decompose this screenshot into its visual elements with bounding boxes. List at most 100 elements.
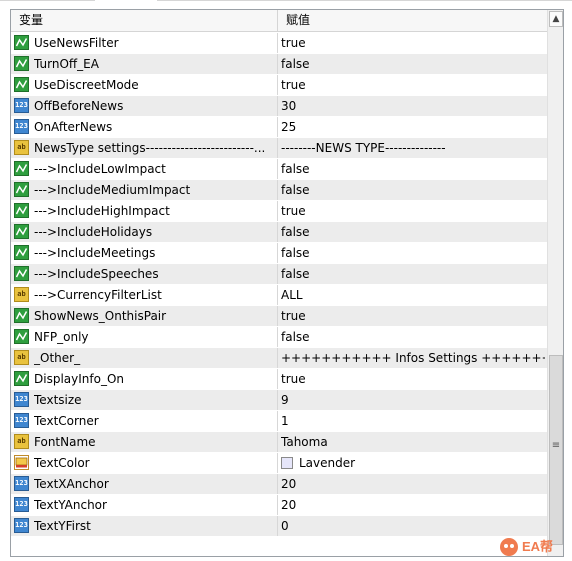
- parameter-value[interactable]: +++++++++++ Infos Settings +++++++++++: [281, 348, 545, 368]
- parameter-name-cell[interactable]: ab _Other_: [11, 348, 278, 368]
- parameter-row[interactable]: ab NewsType settings---------------------…: [11, 138, 547, 159]
- icon-badge-text: ab: [17, 353, 26, 361]
- parameter-row[interactable]: --->IncludeHolidays false: [11, 222, 547, 243]
- icon-badge-text: 123: [15, 416, 28, 424]
- parameter-name: OnAfterNews: [34, 120, 113, 134]
- parameter-name-cell[interactable]: ab NewsType settings---------------------…: [11, 138, 278, 158]
- parameter-name-cell[interactable]: --->IncludeLowImpact: [11, 159, 278, 179]
- parameter-value[interactable]: 0: [281, 516, 545, 536]
- parameter-name-cell[interactable]: 123 OnAfterNews: [11, 117, 278, 137]
- parameter-row[interactable]: NFP_only false: [11, 327, 547, 348]
- parameter-row[interactable]: TextColor Lavender: [11, 453, 547, 474]
- parameter-name-cell[interactable]: DisplayInfo_On: [11, 369, 278, 389]
- column-header-variable[interactable]: 变量: [11, 10, 278, 31]
- parameter-row[interactable]: 123 TextCorner 1: [11, 411, 547, 432]
- parameter-value[interactable]: true: [281, 306, 545, 326]
- parameter-row[interactable]: 123 TextYFirst 0: [11, 516, 547, 537]
- parameter-name: TextCorner: [34, 414, 99, 428]
- parameter-value[interactable]: true: [281, 33, 545, 53]
- watermark-logo-icon: [500, 538, 518, 556]
- color-icon: [14, 455, 29, 470]
- bool-icon: [14, 203, 29, 218]
- parameter-row[interactable]: ShowNews_OnthisPair true: [11, 306, 547, 327]
- parameter-row[interactable]: ab FontName Tahoma: [11, 432, 547, 453]
- parameter-row[interactable]: 123 OnAfterNews 25: [11, 117, 547, 138]
- parameter-row[interactable]: --->IncludeLowImpact false: [11, 159, 547, 180]
- parameter-name: FontName: [34, 435, 96, 449]
- parameter-value[interactable]: false: [281, 159, 545, 179]
- color-swatch[interactable]: [281, 457, 293, 469]
- parameter-value[interactable]: 30: [281, 96, 545, 116]
- parameter-name: TextYFirst: [34, 519, 91, 533]
- parameter-name-cell[interactable]: TurnOff_EA: [11, 54, 278, 74]
- parameter-row[interactable]: UseNewsFilter true: [11, 33, 547, 54]
- bool-icon: [14, 224, 29, 239]
- parameter-name-cell[interactable]: 123 TextYFirst: [11, 516, 278, 536]
- grid-header: 变量 赋值: [11, 10, 547, 32]
- parameter-name-cell[interactable]: --->IncludeHolidays: [11, 222, 278, 242]
- parameter-name: --->IncludeMeetings: [34, 246, 156, 260]
- parameter-value[interactable]: false: [281, 54, 545, 74]
- parameter-name-cell[interactable]: --->IncludeMeetings: [11, 243, 278, 263]
- parameter-name-cell[interactable]: --->IncludeMediumImpact: [11, 180, 278, 200]
- parameter-name-cell[interactable]: UseDiscreetMode: [11, 75, 278, 95]
- scrollbar-grip-icon: ≡: [551, 440, 561, 451]
- parameter-value[interactable]: true: [281, 75, 545, 95]
- parameter-name: _Other_: [34, 351, 81, 365]
- parameter-row[interactable]: --->IncludeHighImpact true: [11, 201, 547, 222]
- parameter-value[interactable]: 20: [281, 474, 545, 494]
- parameter-name-cell[interactable]: ab --->CurrencyFilterList: [11, 285, 278, 305]
- parameter-value[interactable]: false: [281, 222, 545, 242]
- parameter-name-cell[interactable]: 123 Textsize: [11, 390, 278, 410]
- parameter-value[interactable]: true: [281, 369, 545, 389]
- parameter-value[interactable]: 9: [281, 390, 545, 410]
- parameter-value[interactable]: true: [281, 201, 545, 221]
- icon-badge-text: 123: [15, 395, 28, 403]
- column-header-value[interactable]: 赋值: [278, 10, 547, 31]
- parameter-row[interactable]: ab --->CurrencyFilterList ALL: [11, 285, 547, 306]
- parameter-value[interactable]: 1: [281, 411, 545, 431]
- parameter-value[interactable]: Lavender: [299, 453, 545, 473]
- parameter-name-cell[interactable]: TextColor: [11, 453, 278, 473]
- parameter-value[interactable]: false: [281, 327, 545, 347]
- scrollbar-thumb[interactable]: ≡: [549, 355, 563, 545]
- parameter-row[interactable]: --->IncludeSpeeches false: [11, 264, 547, 285]
- parameter-row[interactable]: 123 TextXAnchor 20: [11, 474, 547, 495]
- parameter-name-cell[interactable]: 123 TextXAnchor: [11, 474, 278, 494]
- parameter-value[interactable]: false: [281, 264, 545, 284]
- parameter-value[interactable]: 25: [281, 117, 545, 137]
- parameter-value[interactable]: false: [281, 180, 545, 200]
- parameter-value[interactable]: --------NEWS TYPE--------------: [281, 138, 545, 158]
- icon-badge-text: ab: [17, 437, 26, 445]
- parameter-name-cell[interactable]: UseNewsFilter: [11, 33, 278, 53]
- parameter-name-cell[interactable]: --->IncludeHighImpact: [11, 201, 278, 221]
- parameter-value[interactable]: ALL: [281, 285, 545, 305]
- vertical-scrollbar[interactable]: ▲ ≡: [547, 10, 563, 556]
- parameter-name-cell[interactable]: --->IncludeSpeeches: [11, 264, 278, 284]
- parameter-row[interactable]: --->IncludeMediumImpact false: [11, 180, 547, 201]
- parameter-name-cell[interactable]: ab FontName: [11, 432, 278, 452]
- parameter-value[interactable]: false: [281, 243, 545, 263]
- parameter-row[interactable]: TurnOff_EA false: [11, 54, 547, 75]
- parameter-row[interactable]: 123 Textsize 9: [11, 390, 547, 411]
- bool-icon: [14, 308, 29, 323]
- parameter-row[interactable]: --->IncludeMeetings false: [11, 243, 547, 264]
- parameter-row[interactable]: ab _Other_ +++++++++++ Infos Settings ++++…: [11, 348, 547, 369]
- parameter-name-cell[interactable]: NFP_only: [11, 327, 278, 347]
- bool-icon: [14, 35, 29, 50]
- parameter-row[interactable]: 123 TextYAnchor 20: [11, 495, 547, 516]
- parameter-row[interactable]: 123 OffBeforeNews 30: [11, 96, 547, 117]
- parameter-name-cell[interactable]: 123 TextYAnchor: [11, 495, 278, 515]
- parameter-name: --->IncludeHighImpact: [34, 204, 170, 218]
- parameter-value[interactable]: Tahoma: [281, 432, 545, 452]
- logo-eye-right: [510, 544, 514, 548]
- scroll-up-arrow-icon[interactable]: ▲: [549, 11, 563, 27]
- parameter-value[interactable]: 20: [281, 495, 545, 515]
- bool-icon: [14, 77, 29, 92]
- parameter-row[interactable]: DisplayInfo_On true: [11, 369, 547, 390]
- parameter-name-cell[interactable]: 123 OffBeforeNews: [11, 96, 278, 116]
- icon-badge-text: 123: [15, 122, 28, 130]
- parameter-row[interactable]: UseDiscreetMode true: [11, 75, 547, 96]
- parameter-name-cell[interactable]: ShowNews_OnthisPair: [11, 306, 278, 326]
- parameter-name-cell[interactable]: 123 TextCorner: [11, 411, 278, 431]
